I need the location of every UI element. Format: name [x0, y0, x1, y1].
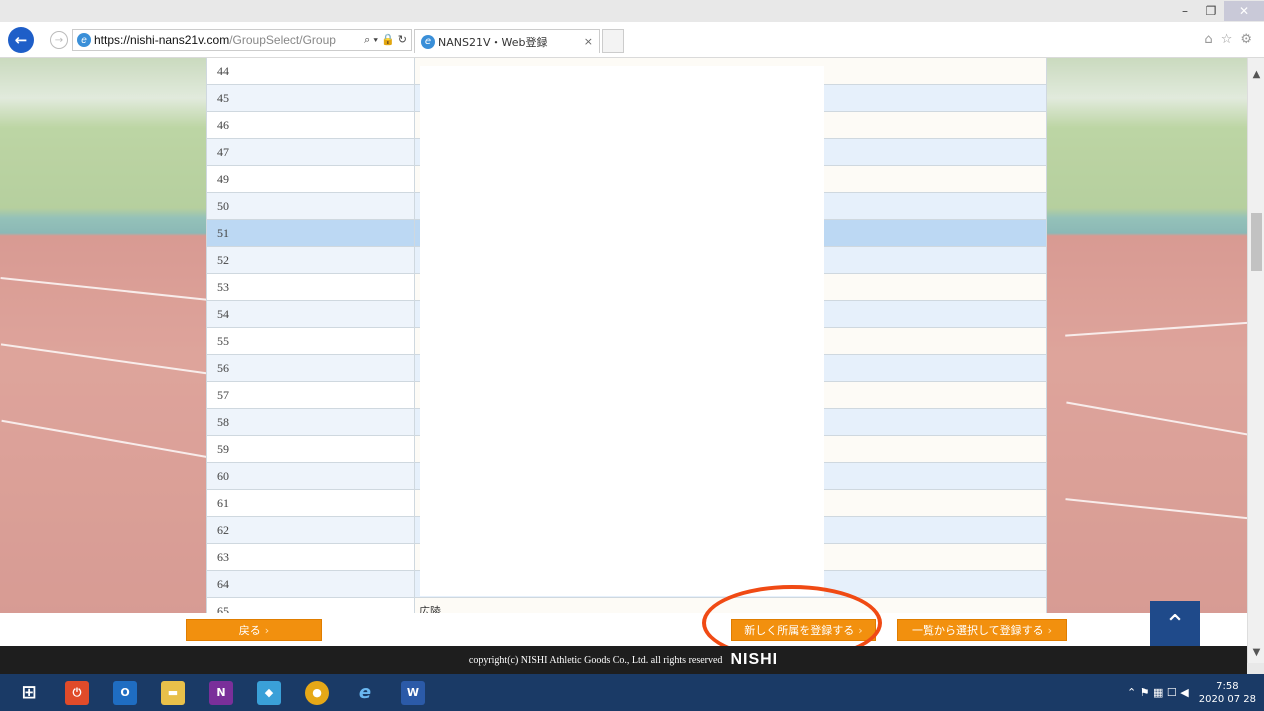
tab-nans21v[interactable]: e NANS21V・Web登録 × — [414, 29, 600, 53]
row-number: 58 — [207, 409, 415, 435]
windows-taskbar: ⊞ ⏻ O ▬ N ◆ ● e W ⌃ ⚑ ▦ ☐ ◀ 7:58 2020 07… — [0, 674, 1264, 711]
chrome-icon[interactable]: ● — [298, 674, 336, 711]
scroll-up-arrow-icon[interactable]: ▲ — [1248, 66, 1264, 83]
row-number: 55 — [207, 328, 415, 354]
file-explorer-icon[interactable]: ▬ — [154, 674, 192, 711]
url-prefix: https:// — [94, 33, 131, 47]
outlook-icon[interactable]: O — [106, 674, 144, 711]
back-button[interactable]: 戻る › — [186, 619, 322, 641]
clock[interactable]: 7:58 2020 07 28 — [1199, 680, 1256, 706]
row-number: 57 — [207, 382, 415, 408]
row-number: 54 — [207, 301, 415, 327]
tab-close-icon[interactable]: × — [584, 35, 593, 48]
row-number: 61 — [207, 490, 415, 516]
chrome-right-icons: ⌂ ☆ ⚙ — [1204, 32, 1252, 47]
scroll-thumb[interactable] — [1251, 213, 1262, 271]
row-number: 64 — [207, 571, 415, 597]
restore-button[interactable]: ❐ — [1198, 1, 1224, 21]
back-arrow-icon[interactable]: ← — [8, 27, 34, 53]
row-number: 53 — [207, 274, 415, 300]
forward-arrow-icon[interactable]: → — [50, 31, 68, 49]
system-tray: ⌃ ⚑ ▦ ☐ ◀ 7:58 2020 07 28 — [1127, 680, 1264, 706]
close-window-button[interactable]: ✕ — [1224, 1, 1264, 21]
url-path: /GroupSelect/Group — [229, 33, 336, 47]
tab-ie-icon: e — [421, 34, 435, 49]
select-register-label: 一覧から選択して登録する — [911, 624, 1044, 637]
favorites-star-icon[interactable]: ☆ — [1221, 32, 1233, 47]
browser-toolbar: ← → e https://nishi-nans21v.com/GroupSel… — [0, 22, 1264, 58]
chevron-right-icon: › — [264, 623, 270, 637]
onenote-icon[interactable]: N — [202, 674, 240, 711]
chevron-right-icon: › — [1047, 623, 1053, 637]
copyright-text: copyright(c) NISHI Athletic Goods Co., L… — [468, 654, 723, 666]
action-bar: 戻る › 新しく所属を登録する › 一覧から選択して登録する › — [0, 613, 1247, 646]
word-icon[interactable]: W — [394, 674, 432, 711]
address-bar[interactable]: e https://nishi-nans21v.com/GroupSelect/… — [72, 29, 412, 51]
new-tab-button[interactable] — [602, 29, 624, 53]
row-number: 46 — [207, 112, 415, 138]
tray-icons[interactable]: ⌃ ⚑ ▦ ☐ ◀ — [1127, 686, 1189, 699]
photos-icon[interactable]: ◆ — [250, 674, 288, 711]
clock-time: 7:58 — [1216, 680, 1239, 692]
chevron-up-icon: ⌃ — [1164, 610, 1186, 640]
select-from-list-button[interactable]: 一覧から選択して登録する › — [897, 619, 1067, 641]
ie-page-icon: e — [77, 33, 91, 47]
row-number: 49 — [207, 166, 415, 192]
settings-gear-icon[interactable]: ⚙ — [1240, 32, 1252, 47]
row-number: 60 — [207, 463, 415, 489]
table-row[interactable]: 65 広陵 — [206, 598, 1047, 613]
redaction-overlay — [420, 66, 824, 596]
scroll-down-arrow-icon[interactable]: ▼ — [1248, 644, 1264, 661]
address-icons[interactable]: ⌕ ▾ 🔒 ↻ — [364, 33, 407, 47]
back-button-label: 戻る — [238, 624, 261, 637]
row-number: 59 — [207, 436, 415, 462]
tab-title: NANS21V・Web登録 — [438, 35, 548, 49]
row-number: 56 — [207, 355, 415, 381]
clock-date: 2020 07 28 — [1198, 693, 1256, 705]
scroll-to-top-button[interactable]: ⌃ — [1150, 601, 1200, 649]
power-app-icon[interactable]: ⏻ — [58, 674, 96, 711]
page-content: 44 45 46 47 49 50 51 52 53 54 55 56 57 58 59 60 61 62 63 64… — [0, 58, 1247, 613]
row-number: 65 — [207, 598, 415, 613]
url-host: nishi-nans21v.com — [130, 33, 230, 47]
row-number: 51 — [207, 220, 415, 246]
minimize-button[interactable]: – — [1172, 1, 1198, 21]
row-number: 44 — [207, 58, 415, 84]
row-number: 52 — [207, 247, 415, 273]
page-scrollbar[interactable]: ▲ ▼ — [1247, 58, 1264, 663]
row-number: 45 — [207, 85, 415, 111]
site-footer: copyright(c) NISHI Athletic Goods Co., L… — [0, 646, 1247, 674]
row-number: 50 — [207, 193, 415, 219]
windows-start-icon[interactable]: ⊞ — [10, 674, 48, 711]
home-icon[interactable]: ⌂ — [1204, 32, 1212, 47]
row-number: 62 — [207, 517, 415, 543]
internet-explorer-icon[interactable]: e — [346, 674, 384, 711]
row-number: 47 — [207, 139, 415, 165]
window-controls: – ❐ ✕ — [1172, 0, 1264, 22]
nishi-logo: NISHI — [730, 651, 779, 668]
row-number: 63 — [207, 544, 415, 570]
